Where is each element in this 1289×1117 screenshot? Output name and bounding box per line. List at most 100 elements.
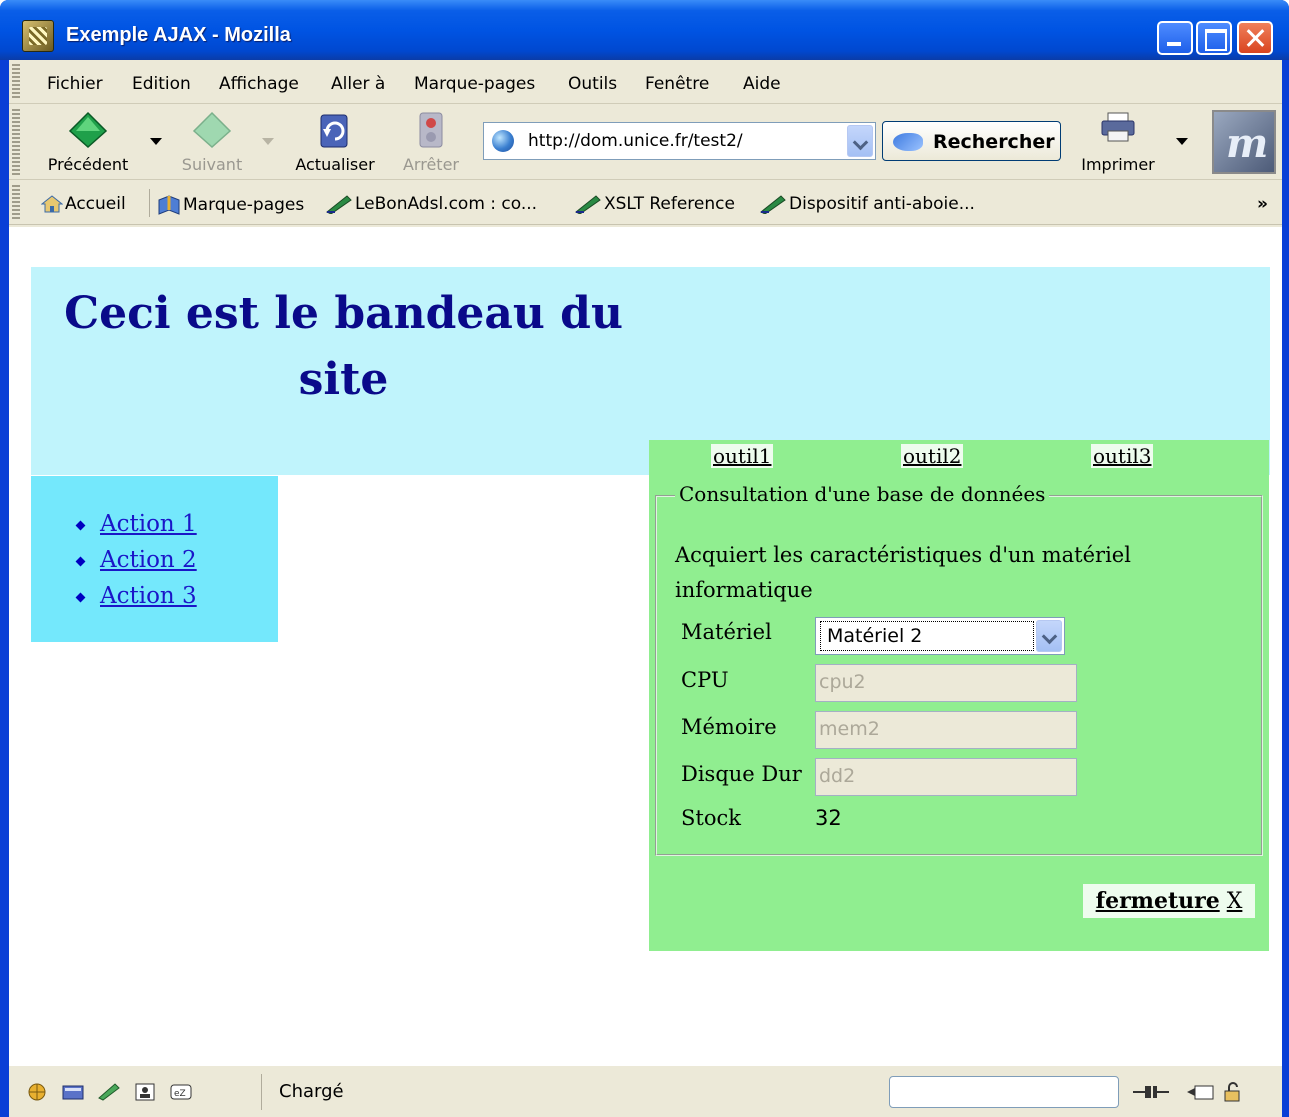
bookmark-marque-pages[interactable]: Marque-pages — [157, 194, 304, 216]
outil1-link[interactable]: outil1 — [711, 444, 774, 468]
bookmark-lebonadsl-label: LeBonAdsl.com : co... — [355, 194, 538, 214]
svg-text:eZ: eZ — [174, 1089, 186, 1099]
search-button[interactable]: Rechercher — [882, 121, 1061, 161]
material-select[interactable]: Matériel 2 — [815, 617, 1065, 655]
menu-marque-pages[interactable]: Marque-pages — [414, 74, 535, 94]
side-menu: Action 1 Action 2 Action 3 — [31, 476, 278, 642]
tools-panel: outil1 outil2 outil3 Consultation d'une … — [649, 440, 1269, 951]
bookmarks-toolbar: Accueil Marque-pages LeBonAdsl.com : co.… — [9, 181, 1282, 225]
banner-title: Ceci est le bandeau du site — [64, 288, 623, 405]
app-icon[interactable] — [22, 20, 54, 52]
bookmark-pen-icon — [760, 195, 786, 214]
address-bar[interactable]: http://dom.unice.fr/test2/ — [483, 122, 876, 160]
more-bookmarks-button[interactable]: » — [1257, 194, 1268, 214]
url-dropdown-button[interactable] — [847, 125, 873, 157]
composer-icon[interactable] — [97, 1082, 121, 1102]
bullet-icon — [75, 592, 86, 602]
status-separator — [261, 1074, 262, 1110]
stock-label: Stock — [681, 806, 741, 830]
minimize-button[interactable] — [1157, 21, 1193, 55]
back-label: Précédent — [47, 155, 129, 174]
form-description: Acquiert les caractéristiques d'un matér… — [675, 543, 1131, 602]
cookie-icon[interactable] — [1185, 1082, 1215, 1102]
bookmark-pen-icon — [326, 195, 352, 214]
menu-outils[interactable]: Outils — [568, 74, 617, 94]
close-panel-label: fermeture — [1095, 888, 1220, 914]
menu-aller[interactable]: Aller à — [331, 74, 385, 94]
close-panel-button[interactable]: fermeture X — [1083, 884, 1255, 918]
print-label: Imprimer — [1081, 155, 1155, 174]
forward-label: Suivant — [181, 155, 243, 174]
list-item: Action 1 — [75, 506, 197, 542]
home-icon — [41, 195, 63, 213]
cpu-label: CPU — [681, 668, 729, 692]
material-selected-value: Matériel 2 — [820, 621, 1034, 651]
lock-icon[interactable] — [1221, 1082, 1245, 1102]
bookmark-accueil-label: Accueil — [65, 194, 126, 214]
menu-aide[interactable]: Aide — [743, 74, 781, 94]
back-dropdown-icon[interactable] — [150, 138, 162, 145]
browser-window: Exemple AJAX - Mozilla Fichier Edition A… — [0, 0, 1289, 1117]
browser-client: Fichier Edition Affichage Aller à Marque… — [9, 60, 1282, 1117]
action-2-link[interactable]: Action 2 — [100, 547, 197, 573]
address-book-icon[interactable] — [133, 1082, 157, 1102]
page-viewport: Ceci est le bandeau du site Action 1 Act… — [9, 227, 1282, 1065]
bookmark-dispositif-label: Dispositif anti-aboie... — [789, 194, 975, 214]
chevron-down-icon[interactable] — [1036, 620, 1062, 652]
mail-icon[interactable] — [61, 1082, 85, 1102]
database-fieldset: Consultation d'une base de données Acqui… — [655, 482, 1263, 856]
reload-icon — [320, 114, 348, 148]
action-3-link[interactable]: Action 3 — [100, 583, 197, 609]
menu-affichage[interactable]: Affichage — [219, 74, 299, 94]
bookmark-lebonadsl[interactable]: LeBonAdsl.com : co... — [325, 194, 537, 214]
print-dropdown-icon[interactable] — [1176, 138, 1188, 145]
menu-fenetre[interactable]: Fenêtre — [645, 74, 709, 94]
cpu-field[interactable]: cpu2 — [815, 664, 1077, 702]
chat-icon[interactable]: eZ — [169, 1082, 193, 1102]
title-bar[interactable]: Exemple AJAX - Mozilla — [0, 0, 1289, 60]
bookmark-dispositif[interactable]: Dispositif anti-aboie... — [759, 194, 975, 214]
search-icon — [893, 133, 923, 151]
print-button[interactable]: Imprimer — [1073, 105, 1163, 180]
stop-icon — [419, 112, 443, 148]
forward-button[interactable]: Suivant — [166, 105, 258, 180]
forward-dropdown-icon[interactable] — [262, 138, 274, 145]
disk-field[interactable]: dd2 — [815, 758, 1077, 796]
action-1-link[interactable]: Action 1 — [100, 511, 197, 537]
close-window-button[interactable] — [1237, 21, 1273, 55]
material-label: Matériel — [681, 620, 772, 644]
list-item: Action 2 — [75, 542, 197, 578]
navigator-icon[interactable] — [25, 1082, 49, 1102]
bookmark-pen-icon — [575, 195, 601, 214]
bullet-icon — [75, 520, 86, 530]
stop-button[interactable]: Arrêter — [391, 105, 471, 180]
reload-button[interactable]: Actualiser — [285, 105, 385, 180]
memory-field[interactable]: mem2 — [815, 711, 1077, 749]
fieldset-legend: Consultation d'une base de données — [679, 482, 1046, 506]
maximize-button[interactable] — [1196, 21, 1232, 55]
reload-label: Actualiser — [295, 155, 375, 174]
status-bar: eZ Chargé — [9, 1065, 1282, 1117]
search-label: Rechercher — [933, 131, 1055, 153]
bookmark-xslt-reference[interactable]: XSLT Reference — [574, 194, 735, 214]
menu-fichier[interactable]: Fichier — [47, 74, 103, 94]
navigation-toolbar: Précédent Suivant Actualiser Arrêter htt… — [9, 105, 1282, 180]
toolbar-grip[interactable] — [12, 109, 20, 175]
window-title: Exemple AJAX - Mozilla — [66, 24, 291, 46]
status-text: Chargé — [279, 1081, 344, 1102]
menu-edition[interactable]: Edition — [132, 74, 191, 94]
toolbar-grip[interactable] — [12, 185, 20, 221]
online-plug-icon[interactable] — [1131, 1082, 1171, 1102]
toolbar-grip[interactable] — [12, 64, 20, 100]
throbber-logo[interactable]: m — [1212, 110, 1276, 174]
progress-bar — [889, 1076, 1119, 1108]
outil2-link[interactable]: outil2 — [901, 444, 964, 468]
memory-label: Mémoire — [681, 715, 777, 739]
site-icon — [492, 130, 514, 152]
stock-value: 32 — [815, 806, 842, 830]
bookmark-marque-pages-label: Marque-pages — [183, 195, 305, 215]
bookmark-accueil[interactable]: Accueil — [41, 194, 126, 214]
outil3-link[interactable]: outil3 — [1091, 444, 1154, 468]
back-button[interactable]: Précédent — [37, 105, 139, 180]
back-arrow-icon — [68, 111, 108, 149]
